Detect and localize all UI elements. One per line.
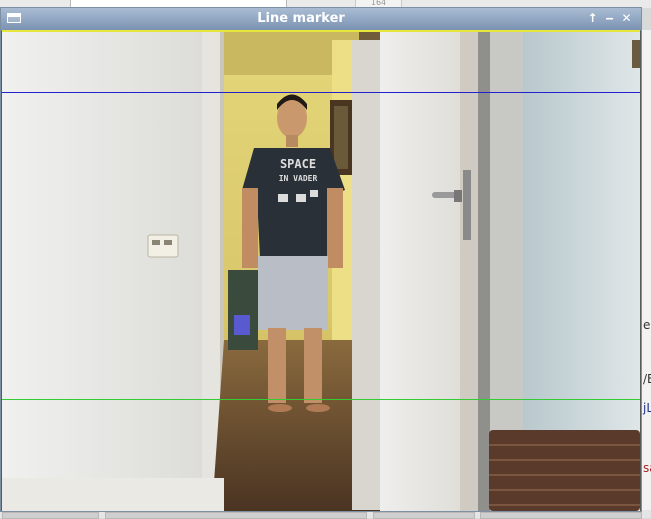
title-bar[interactable]: Line marker ↑ ‒ ✕ [1, 8, 641, 31]
camera-image: SPACE IN VADER [2, 30, 640, 511]
close-button[interactable]: ✕ [619, 11, 634, 26]
background-window-edge: e /E jL sa [642, 30, 651, 518]
background-text-fragment: e [643, 318, 651, 332]
window-title: Line marker [257, 11, 345, 26]
shirt-text-line1: SPACE [280, 157, 316, 171]
line-marker-window: Line marker ↑ ‒ ✕ SPACE IN VADER [0, 7, 642, 512]
background-text-fragment: jL [643, 401, 651, 415]
background-text-fragment: /E [643, 372, 651, 386]
shirt-text-line2: IN VADER [279, 174, 318, 183]
bottom-marker-line[interactable] [2, 399, 640, 400]
top-marker-line[interactable] [2, 92, 640, 93]
background-text-fragment: sa [643, 461, 651, 475]
minimize-button[interactable]: ‒ [602, 11, 617, 26]
maximize-button[interactable]: ↑ [585, 11, 600, 26]
camera-frame: SPACE IN VADER [2, 30, 640, 511]
